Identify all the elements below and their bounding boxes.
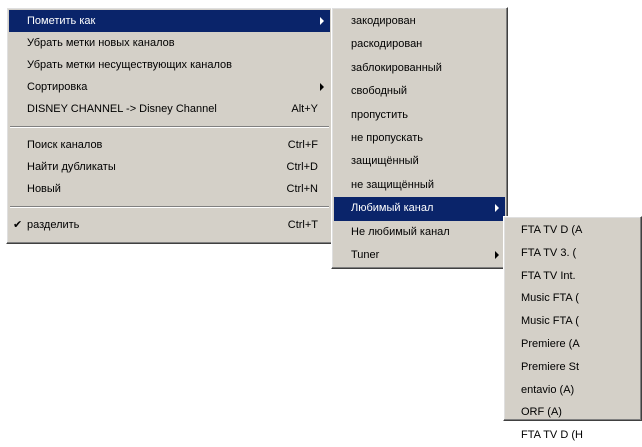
menu-item-label: Tuner xyxy=(351,248,380,261)
menu-item-mark-as[interactable]: Пометить как xyxy=(9,10,330,32)
menu-item-split[interactable]: ✔ разделить Ctrl+T xyxy=(9,214,330,236)
menu-item-remove-new-marks[interactable]: Убрать метки новых каналов xyxy=(9,32,330,54)
menu-item-label: Premiere St xyxy=(521,360,580,373)
menu-item-label: Premiere (A xyxy=(521,337,580,350)
menu-item-label: свободный xyxy=(351,85,408,98)
menu-item-label: Убрать метки новых каналов xyxy=(27,37,175,49)
menu-item-favorite-list[interactable]: FTA TV 3. ( xyxy=(506,242,639,265)
menu-item-shortcut: Ctrl+F xyxy=(287,139,318,151)
submenu-arrow-icon xyxy=(495,204,499,213)
menu-item-label: Убрать метки несуществующих каналов xyxy=(27,59,232,71)
menu-item-free[interactable]: свободный xyxy=(334,80,505,103)
submenu-arrow-icon xyxy=(495,250,499,259)
menu-item-label: раскодирован xyxy=(351,38,423,51)
menu-item-remove-missing-marks[interactable]: Убрать метки несуществующих каналов xyxy=(9,54,330,76)
menu-item-protected[interactable]: защищённый xyxy=(334,150,505,173)
menu-item-favorite-list[interactable]: FTA TV D (H xyxy=(506,424,639,447)
menu-item-shortcut: Ctrl+T xyxy=(287,219,318,231)
menu-item-label: FTA TV D (H xyxy=(521,429,583,442)
menu-item-label: FTA TV Int. xyxy=(521,269,576,282)
menu-item-favorite-list[interactable]: Premiere (A xyxy=(506,333,639,356)
menu-item-rename-disney[interactable]: DISNEY CHANNEL -> Disney Channel Alt+Y xyxy=(9,98,330,120)
submenu-arrow-icon xyxy=(320,17,324,25)
menu-item-locked[interactable]: заблокированный xyxy=(334,57,505,80)
menu-item-label: пропустить xyxy=(351,108,408,121)
menu-item-label: FTA TV D (A xyxy=(521,224,583,236)
menu-item-shortcut: Ctrl+N xyxy=(286,183,318,195)
menu-item-favorite-list[interactable]: Music FTA ( xyxy=(506,310,639,333)
menu-item-find-duplicates[interactable]: Найти дубликаты Ctrl+D xyxy=(9,156,330,178)
menu-separator xyxy=(10,206,329,208)
menu-item-shortcut: Alt+Y xyxy=(291,103,318,115)
menu-item-favorite-list[interactable]: entavio (A) xyxy=(506,379,639,402)
menu-item-label: не пропускать xyxy=(351,131,423,144)
menu-item-dont-skip[interactable]: не пропускать xyxy=(334,127,505,150)
menu-item-label: Новый xyxy=(27,183,61,195)
menu-item-favorite-list[interactable]: FTA TV D (A xyxy=(506,219,639,242)
submenu-arrow-icon xyxy=(320,83,324,91)
menu-item-shortcut: Ctrl+D xyxy=(286,161,318,173)
menu-item-label: заблокированный xyxy=(351,61,442,74)
submenu-favorite-channel: FTA TV D (A FTA TV 3. ( FTA TV Int. Musi… xyxy=(503,216,642,441)
menu-item-sort[interactable]: Сортировка xyxy=(9,76,330,98)
menu-item-label: Любимый канал xyxy=(351,202,434,215)
menu-item-favorite-list[interactable]: FTA TV Int. xyxy=(506,265,639,288)
menu-item-label: не защищённый xyxy=(351,178,434,191)
menu-item-decoded[interactable]: раскодирован xyxy=(334,33,505,56)
menu-item-favorite-list[interactable]: Music FTA ( xyxy=(506,287,639,310)
menu-item-label: закодирован xyxy=(351,15,416,27)
menu-item-new[interactable]: Новый Ctrl+N xyxy=(9,178,330,200)
menu-item-favorite-channel[interactable]: Любимый канал xyxy=(334,197,505,221)
menu-item-unprotected[interactable]: не защищённый xyxy=(334,174,505,197)
menu-item-tuner[interactable]: Tuner xyxy=(334,244,505,267)
checkmark-icon: ✔ xyxy=(13,219,23,231)
menu-item-label: Пометить как xyxy=(27,15,96,27)
menu-item-label: защищённый xyxy=(351,155,419,168)
menu-item-label: разделить xyxy=(27,219,80,231)
menu-item-label: Сортировка xyxy=(27,81,88,93)
submenu-mark-as: закодирован раскодирован заблокированный… xyxy=(331,7,508,269)
context-menu-main: Пометить как Убрать метки новых каналов … xyxy=(6,7,333,244)
menu-item-skip[interactable]: пропустить xyxy=(334,104,505,127)
menu-item-label: Найти дубликаты xyxy=(27,161,116,173)
menu-item-label: DISNEY CHANNEL -> Disney Channel xyxy=(27,103,217,115)
menu-item-favorite-list[interactable]: Premiere St xyxy=(506,356,639,379)
menu-item-label: Не любимый канал xyxy=(351,225,450,238)
menu-separator xyxy=(10,126,329,128)
menu-item-search-channels[interactable]: Поиск каналов Ctrl+F xyxy=(9,134,330,156)
menu-item-label: Music FTA ( xyxy=(521,292,579,305)
menu-item-label: Поиск каналов xyxy=(27,139,103,151)
menu-item-not-favorite-channel[interactable]: Не любимый канал xyxy=(334,221,505,244)
menu-item-label: entavio (A) xyxy=(521,383,575,396)
menu-item-label: FTA TV 3. ( xyxy=(521,246,577,259)
menu-item-label: Music FTA ( xyxy=(521,315,579,328)
menu-item-encoded[interactable]: закодирован xyxy=(334,10,505,33)
